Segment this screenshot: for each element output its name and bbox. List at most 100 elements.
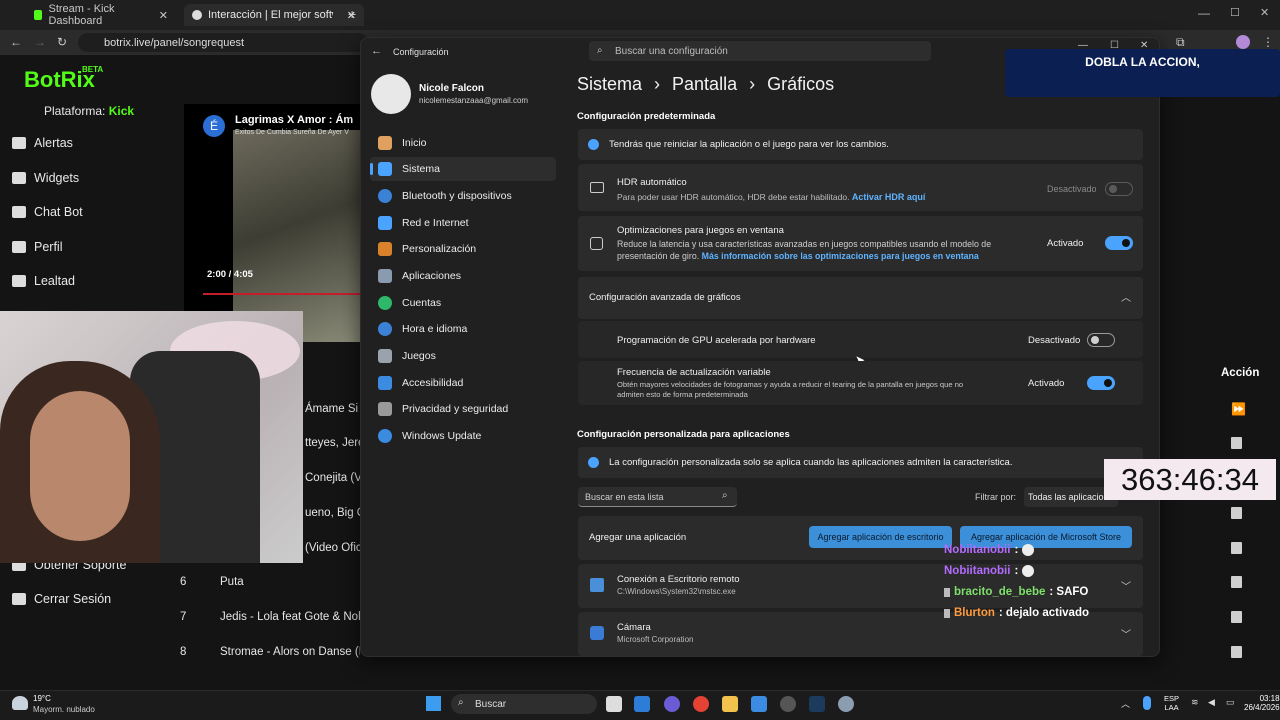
url-input[interactable]: botrix.live/panel/songrequest [78,33,368,52]
ghost-emote-icon [1022,544,1035,556]
tab-kick-dashboard[interactable]: Stream - Kick Dashboard ✕ [26,3,176,27]
song-title: Jedis - Lola feat Gote & Nolep [220,611,360,623]
alert-icon [12,137,26,149]
info-icon [588,139,599,150]
taskbar-search[interactable]: Buscar [451,694,597,714]
obs-icon[interactable] [780,696,796,712]
advanced-graphics-expander[interactable]: Configuración avanzada de gráficos ︿ [578,277,1143,319]
delete-icon[interactable] [1231,437,1242,449]
nav-lealtad[interactable]: Lealtad [12,274,75,288]
menu-inicio[interactable]: Inicio [370,131,556,155]
chevron-up-icon[interactable]: ︿ [1121,289,1131,304]
close-window-icon[interactable]: ✕ [1260,6,1269,19]
browser-menu-icon[interactable]: ⋮ [1262,35,1274,49]
extensions-icon[interactable]: ⧉ [1176,35,1185,50]
menu-hora[interactable]: Hora e idioma [370,317,556,341]
store-icon[interactable] [751,696,767,712]
window-game-icon [590,237,603,250]
trophy-icon [12,275,26,287]
delete-icon[interactable] [1231,507,1242,519]
skip-icon[interactable]: ⏩ [1231,402,1246,416]
delete-icon[interactable] [1231,576,1242,588]
chevron-right-icon: › [749,74,756,94]
chat-overlay: Nobiitanobii: Nobiitanobii: bracito_de_b… [940,540,1160,625]
menu-cuentas[interactable]: Cuentas [370,291,556,315]
nav-widgets[interactable]: Widgets [12,171,79,185]
gpu-state: Desactivado [1028,335,1081,346]
menu-sistema[interactable]: Sistema [370,157,556,181]
video-progress[interactable] [203,293,360,295]
menu-windows-update[interactable]: Windows Update [370,424,556,448]
menu-bluetooth[interactable]: Bluetooth y dispositivos [370,184,556,208]
hdr-toggle[interactable] [1105,182,1133,196]
menu-accesibilidad[interactable]: Accesibilidad [370,371,556,395]
shield-icon [378,402,392,416]
delete-icon[interactable] [1231,611,1242,623]
user-avatar[interactable] [371,74,411,114]
menu-juegos[interactable]: Juegos [370,344,556,368]
language-indicator[interactable]: ESP LAA [1164,694,1179,712]
microphone-icon[interactable] [1143,696,1151,710]
hdr-link[interactable]: Activar HDR aquí [852,192,926,202]
robot-icon [12,206,26,218]
chat-text: : dejalo activado [998,607,1089,619]
botrix-favicon-icon [192,10,202,20]
steam-icon[interactable] [809,696,825,712]
menu-personalizacion[interactable]: Personalización [370,237,556,261]
back-icon[interactable]: ← [10,35,22,49]
nav-alertas[interactable]: Alertas [12,136,73,150]
section-default-header: Configuración predeterminada [577,111,716,122]
chrome-icon[interactable] [693,696,709,712]
close-tab-icon[interactable]: ✕ [159,9,168,22]
vrr-toggle[interactable] [1087,376,1115,390]
settings-gear-icon[interactable] [838,696,854,712]
chat-message: Nobiitanobii: [944,544,1035,556]
menu-label: Aplicaciones [402,270,461,282]
chevron-down-icon[interactable]: ﹀ [1121,626,1131,641]
discord-icon[interactable] [664,696,680,712]
nav-chatbot[interactable]: Chat Bot [12,205,83,219]
task-view-icon[interactable] [606,696,622,712]
windowed-link[interactable]: Más información sobre las optimizaciones… [702,251,979,261]
taskbar-search-label: Buscar [475,698,507,710]
minimize-icon[interactable]: — [1198,6,1210,20]
volume-icon[interactable]: ◀ [1208,697,1215,708]
profile-avatar[interactable] [1236,35,1250,49]
list-search-input[interactable]: Buscar en esta lista ⌕ [578,487,737,507]
search-icon: ⌕ [597,45,603,56]
maximize-icon[interactable]: ☐ [1230,6,1240,19]
settings-search-input[interactable]: Buscar una configuración [589,41,931,61]
breadcrumb-sistema[interactable]: Sistema [577,74,642,95]
reload-icon[interactable]: ↻ [57,35,67,49]
battery-icon[interactable]: ▭ [1226,697,1235,708]
weather-icon[interactable] [12,696,28,710]
add-desktop-app-button[interactable]: Agregar aplicación de escritorio [809,526,952,548]
custom-info-card: La configuración personalizada solo se a… [578,447,1143,478]
delete-icon[interactable] [1231,542,1242,554]
menu-privacidad[interactable]: Privacidad y seguridad [370,397,556,421]
action-header: Acción [1221,367,1260,379]
platform-label: Plataforma: Kick [44,104,134,118]
menu-aplicaciones[interactable]: Aplicaciones [370,264,556,288]
nav-perfil[interactable]: Perfil [12,240,62,254]
wifi-icon[interactable]: ≋ [1191,697,1199,708]
menu-red[interactable]: Red e Internet [370,211,556,235]
account-icon [378,296,392,310]
windows-start-icon[interactable] [426,696,441,711]
new-tab-icon[interactable]: + [348,6,356,22]
chevron-up-icon[interactable]: ︿ [1121,697,1130,710]
gpu-toggle[interactable] [1087,333,1115,347]
menu-label: Windows Update [402,430,482,442]
file-explorer-icon[interactable] [722,696,738,712]
back-icon[interactable]: ← [371,45,382,57]
outlook-icon[interactable] [634,696,650,712]
forward-icon[interactable]: → [34,35,46,49]
tab-interaccion[interactable]: Interacción | El mejor software ✕ [184,4,364,26]
nav-logout[interactable]: Cerrar Sesión [12,592,111,606]
clock[interactable]: 03:18 26/4/2026 [1244,694,1280,712]
windowed-toggle[interactable] [1105,236,1133,250]
app-name: Conexión a Escritorio remoto [617,574,740,585]
search-icon: ⌕ [722,490,728,501]
breadcrumb-pantalla[interactable]: Pantalla [672,74,737,95]
delete-icon[interactable] [1231,646,1242,658]
